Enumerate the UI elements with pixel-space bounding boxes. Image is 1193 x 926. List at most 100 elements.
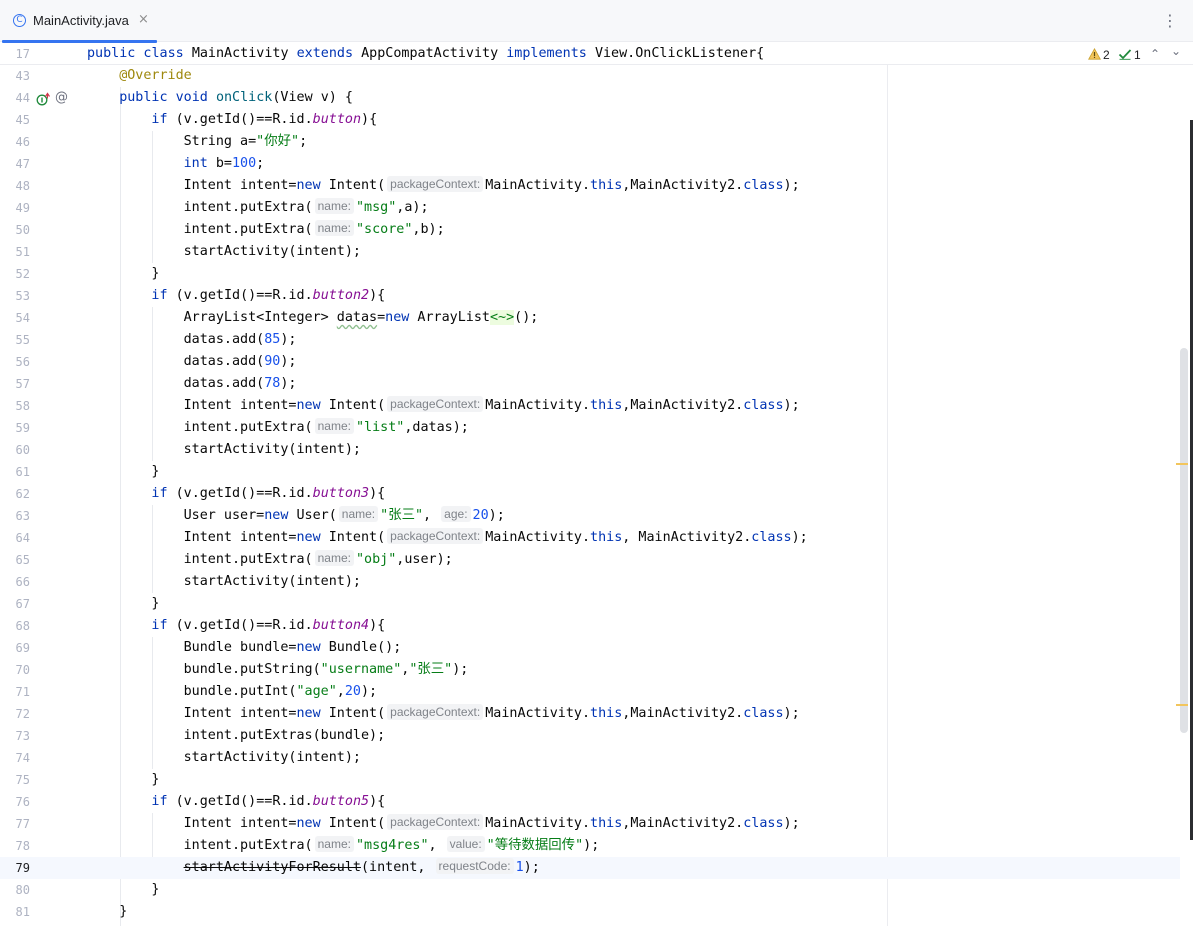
parameter-hint: value:	[446, 836, 485, 852]
code-token: ,MainActivity2.	[622, 178, 744, 193]
code-line[interactable]: 64 Intent intent=new Intent(packageContex…	[0, 527, 1180, 549]
code-line[interactable]: 74 startActivity(intent);	[0, 747, 1180, 769]
code-line[interactable]: 43 @Override	[0, 65, 1180, 87]
code-token: intent.putExtra(	[183, 420, 313, 435]
code-text: Intent intent=new Intent(packageContext:…	[184, 527, 808, 549]
code-line[interactable]: 79 startActivityForResult(intent, request…	[0, 857, 1180, 879]
code-line[interactable]: 80}	[0, 879, 1180, 901]
code-line[interactable]: 63 User user=new User(name: "张三", age: 20);	[0, 505, 1180, 527]
code-line[interactable]: 77 Intent intent=new Intent(packageContex…	[0, 813, 1180, 835]
code-line[interactable]: 75}	[0, 769, 1180, 791]
close-icon[interactable]: ×	[138, 12, 149, 27]
code-line[interactable]: 73 intent.putExtras(bundle);	[0, 725, 1180, 747]
code-token: startActivityForResult	[183, 860, 361, 875]
code-token: extends	[296, 46, 362, 61]
implements-method-icon[interactable]	[36, 91, 50, 106]
code-token: ,MainActivity2.	[622, 816, 744, 831]
line-number: 53	[15, 289, 30, 303]
code-line[interactable]: 51 startActivity(intent);	[0, 241, 1180, 263]
code-token: );	[783, 706, 800, 721]
code-line[interactable]: 59 intent.putExtra(name: "list",datas);	[0, 417, 1180, 439]
code-text: String a="你好";	[184, 131, 308, 153]
tab-mainactivity[interactable]: C MainActivity.java ×	[0, 0, 157, 43]
code-line[interactable]: 66 startActivity(intent);	[0, 571, 1180, 593]
code-text: }	[151, 769, 159, 791]
code-token: 90	[264, 354, 281, 369]
code-token: Bundle();	[328, 640, 402, 655]
code-line[interactable]: 55 datas.add(85);	[0, 329, 1180, 351]
code-line[interactable]: 65 intent.putExtra(name: "obj",user);	[0, 549, 1180, 571]
code-text: intent.putExtra(name: "obj",user);	[184, 549, 453, 571]
code-line[interactable]: 48 Intent intent=new Intent(packageContex…	[0, 175, 1180, 197]
code-line[interactable]: 67}	[0, 593, 1180, 615]
code-token: );	[488, 508, 505, 523]
code-token: (intent,	[360, 860, 434, 875]
code-text: startActivity(intent);	[184, 241, 361, 263]
code-line[interactable]: 50 intent.putExtra(name: "score",b);	[0, 219, 1180, 241]
code-line[interactable]: 71 bundle.putInt("age",20);	[0, 681, 1180, 703]
line-number: 50	[15, 223, 30, 237]
code-line[interactable]: 44 public void onClick(View v) {@	[0, 87, 1180, 109]
code-line[interactable]: 78 intent.putExtra(name: "msg4res", value:…	[0, 835, 1180, 857]
warning-marker[interactable]	[1176, 463, 1188, 465]
code-token: intent.putExtra(	[183, 838, 313, 853]
code-token: User user=	[183, 508, 265, 523]
code-line[interactable]: 81}	[0, 901, 1180, 923]
parameter-hint: name:	[314, 418, 354, 434]
line-number: 77	[15, 817, 30, 831]
code-token: }	[151, 772, 160, 787]
code-line[interactable]: 46 String a="你好";	[0, 131, 1180, 153]
override-annotation-icon[interactable]: @	[55, 90, 68, 105]
warning-marker[interactable]	[1176, 704, 1188, 706]
code-editor[interactable]: 43 @Override 44 public void onClick(View v)…	[0, 43, 1193, 926]
code-token: );	[280, 354, 297, 369]
code-line[interactable]: 58 Intent intent=new Intent(packageContex…	[0, 395, 1180, 417]
more-options-icon[interactable]: ⋮	[1162, 11, 1178, 31]
chevron-up-icon[interactable]: ⌃	[1150, 47, 1160, 61]
code-text: Intent intent=new Intent(packageContext:…	[184, 703, 800, 725]
sticky-header-line[interactable]: 17 public class MainActivity extends App…	[0, 43, 1193, 65]
line-number: 58	[15, 399, 30, 413]
code-token: 78	[264, 376, 281, 391]
code-line[interactable]: 57 datas.add(78);	[0, 373, 1180, 395]
code-text: intent.putExtras(bundle);	[184, 725, 386, 747]
code-token: );	[783, 816, 800, 831]
line-number: 46	[15, 135, 30, 149]
parameter-hint: packageContext:	[387, 528, 484, 544]
code-line[interactable]: 68 if (v.getId()==R.id.button4){	[0, 615, 1180, 637]
code-line[interactable]: 53 if (v.getId()==R.id.button2){	[0, 285, 1180, 307]
code-line[interactable]: 49 intent.putExtra(name: "msg",a);	[0, 197, 1180, 219]
code-token: class	[743, 178, 784, 193]
code-line[interactable]: 54 ArrayList<Integer> datas=new ArrayList…	[0, 307, 1180, 329]
code-text: intent.putExtra(name: "list",datas);	[184, 417, 469, 439]
code-line[interactable]: 72 Intent intent=new Intent(packageContex…	[0, 703, 1180, 725]
code-line[interactable]: 47 int b=100;	[0, 153, 1180, 175]
code-token: new	[385, 310, 418, 325]
code-text: }	[151, 593, 159, 615]
code-text: if (v.getId()==R.id.button3){	[151, 483, 385, 505]
code-token: 20	[344, 684, 361, 699]
line-number: 61	[15, 465, 30, 479]
line-number: 69	[15, 641, 30, 655]
code-line[interactable]: 45 if (v.getId()==R.id.button){	[0, 109, 1180, 131]
line-number: 76	[15, 795, 30, 809]
line-number: 51	[15, 245, 30, 259]
code-line[interactable]: 52}	[0, 263, 1180, 285]
code-line[interactable]: 76 if (v.getId()==R.id.button5){	[0, 791, 1180, 813]
code-token: class	[743, 706, 784, 721]
code-line[interactable]: 69 Bundle bundle=new Bundle();	[0, 637, 1180, 659]
code-line[interactable]: 56 datas.add(90);	[0, 351, 1180, 373]
line-number: 57	[15, 377, 30, 391]
code-line[interactable]: 61}	[0, 461, 1180, 483]
code-token: Intent intent=	[183, 530, 297, 545]
code-line[interactable]: 70 bundle.putString("username","张三");	[0, 659, 1180, 681]
chevron-down-icon[interactable]: ⌄	[1171, 44, 1181, 58]
line-number: 70	[15, 663, 30, 677]
code-line[interactable]: 62 if (v.getId()==R.id.button3){	[0, 483, 1180, 505]
code-token: ,	[428, 838, 445, 853]
code-token: intent.putExtras(bundle);	[183, 728, 386, 743]
code-text: bundle.putString("username","张三");	[184, 659, 469, 681]
code-token: new	[296, 398, 329, 413]
code-line[interactable]: 60 startActivity(intent);	[0, 439, 1180, 461]
vertical-scrollbar-thumb[interactable]	[1180, 348, 1188, 733]
